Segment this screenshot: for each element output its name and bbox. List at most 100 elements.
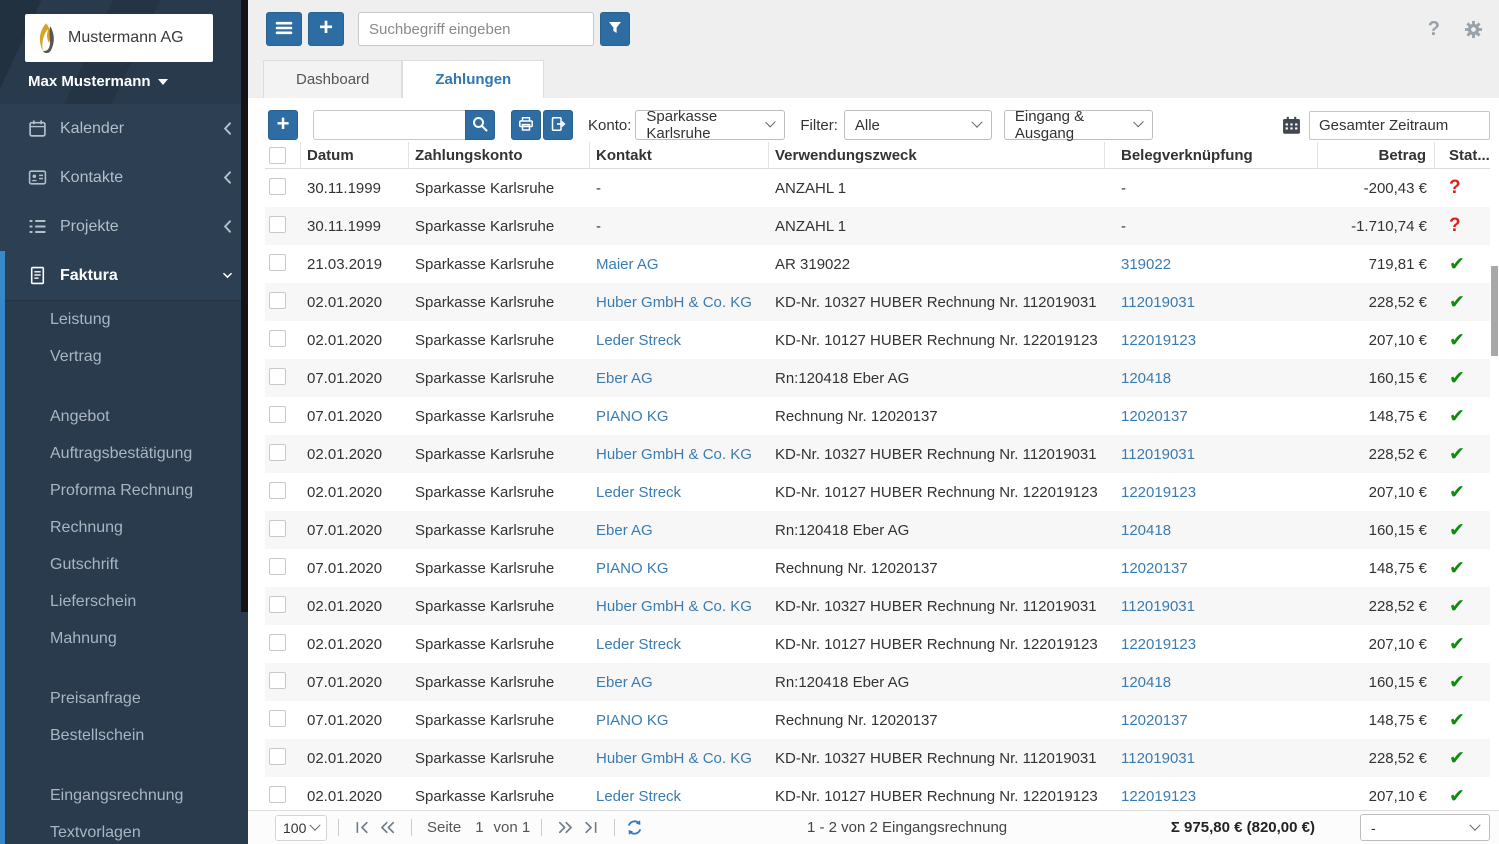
last-page-icon[interactable] [583, 821, 598, 834]
cell-kontakt-link[interactable]: Leder Streck [590, 636, 769, 653]
column-header-Verwendungszweck[interactable]: Verwendungszweck [769, 141, 1105, 169]
user-menu[interactable]: Max Mustermann [28, 73, 248, 90]
submenu-item-eingangsrechnung[interactable]: Eingangsrechnung [0, 777, 248, 814]
page-size-select[interactable]: 100 [275, 814, 327, 841]
filter-button[interactable] [600, 12, 630, 46]
row-checkbox[interactable] [269, 747, 286, 765]
submenu-item-leistung[interactable]: Leistung [0, 301, 248, 338]
cell-kontakt-link[interactable]: PIANO KG [590, 560, 769, 577]
row-checkbox[interactable] [269, 215, 286, 233]
table-search-input[interactable] [313, 110, 465, 140]
gear-icon[interactable] [1464, 20, 1483, 39]
tab-dashboard[interactable]: Dashboard [263, 60, 403, 98]
submenu-item-gutschrift[interactable]: Gutschrift [0, 546, 248, 583]
row-checkbox[interactable] [269, 329, 286, 347]
cell-beleg-link[interactable]: 122019123 [1105, 484, 1318, 501]
direction-select[interactable]: Eingang & Ausgang [1003, 108, 1153, 142]
row-checkbox[interactable] [269, 595, 286, 613]
submenu-item-mahnung[interactable]: Mahnung [0, 620, 248, 657]
help-icon[interactable]: ? [1428, 18, 1440, 41]
add-payment-button[interactable]: + [268, 110, 298, 140]
column-header-Stat...[interactable]: Stat... [1435, 142, 1490, 169]
current-page[interactable]: 1 [475, 819, 483, 836]
menu-button[interactable] [266, 12, 302, 46]
cell-kontakt-link[interactable]: Leder Streck [590, 484, 769, 501]
column-header-checkbox[interactable] [265, 141, 301, 169]
cell-beleg-link[interactable]: 112019031 [1105, 750, 1318, 767]
row-checkbox[interactable] [269, 443, 286, 461]
calendar-icon[interactable] [1282, 116, 1301, 135]
scrollbar-thumb[interactable] [1491, 266, 1498, 356]
cell-beleg-link[interactable]: 120418 [1105, 674, 1318, 691]
konto-select[interactable]: Sparkasse Karlsruhe [635, 108, 786, 142]
select-all-checkbox[interactable] [269, 146, 286, 164]
row-checkbox[interactable] [269, 367, 286, 385]
submenu-item-rechnung[interactable]: Rechnung [0, 509, 248, 546]
cell-beleg-link[interactable]: 319022 [1105, 256, 1318, 273]
tab-zahlungen[interactable]: Zahlungen [402, 60, 545, 98]
zeitraum-input[interactable] [1309, 110, 1490, 140]
column-header-Kontakt[interactable]: Kontakt [590, 141, 769, 169]
cell-beleg-link[interactable]: 120418 [1105, 370, 1318, 387]
cell-beleg-link[interactable]: 12020137 [1105, 560, 1318, 577]
submenu-item-bestellschein[interactable]: Bestellschein [0, 717, 248, 754]
export-button[interactable] [543, 110, 573, 140]
filter-select[interactable]: Alle [843, 110, 992, 140]
cell-beleg-link[interactable]: 12020137 [1105, 712, 1318, 729]
print-button[interactable] [511, 110, 541, 140]
row-checkbox[interactable] [269, 481, 286, 499]
row-checkbox[interactable] [269, 709, 286, 727]
cell-kontakt-link[interactable]: Leder Streck [590, 332, 769, 349]
cell-kontakt-link[interactable]: Eber AG [590, 370, 769, 387]
cell-beleg-link[interactable]: 12020137 [1105, 408, 1318, 425]
row-checkbox[interactable] [269, 557, 286, 575]
cell-kontakt-link[interactable]: PIANO KG [590, 712, 769, 729]
cell-kontakt-link[interactable]: Leder Streck [590, 788, 769, 805]
global-search-input[interactable] [358, 12, 594, 46]
table-scrollbar[interactable] [1490, 265, 1499, 810]
cell-beleg-link[interactable]: 112019031 [1105, 598, 1318, 615]
row-checkbox[interactable] [269, 633, 286, 651]
row-checkbox[interactable] [269, 253, 286, 271]
cell-kontakt-link[interactable]: Eber AG [590, 674, 769, 691]
company-logo[interactable]: Mustermann AG [25, 14, 213, 62]
sidebar-item-kalender[interactable]: Kalender [0, 104, 248, 153]
submenu-item-angebot[interactable]: Angebot [0, 398, 248, 435]
sidebar-item-faktura[interactable]: Faktura [0, 251, 248, 300]
cell-beleg-link[interactable]: 112019031 [1105, 446, 1318, 463]
cell-beleg-link[interactable]: 122019123 [1105, 788, 1318, 805]
add-button[interactable]: + [308, 12, 344, 46]
cell-kontakt-link[interactable]: Huber GmbH & Co. KG [590, 294, 769, 311]
submenu-item-proforma-rechnung[interactable]: Proforma Rechnung [0, 472, 248, 509]
table-search-button[interactable] [465, 110, 495, 140]
sidebar-item-projekte[interactable]: Projekte [0, 202, 248, 251]
cell-kontakt-link[interactable]: Huber GmbH & Co. KG [590, 446, 769, 463]
row-checkbox[interactable] [269, 785, 286, 803]
submenu-item-vertrag[interactable]: Vertrag [0, 338, 248, 375]
submenu-item-preisanfrage[interactable]: Preisanfrage [0, 680, 248, 717]
row-checkbox[interactable] [269, 291, 286, 309]
refresh-icon[interactable] [626, 819, 643, 836]
column-header-Belegverknüpfung[interactable]: Belegverknüpfung [1105, 141, 1318, 169]
row-checkbox[interactable] [269, 519, 286, 537]
sidebar-scrollbar[interactable] [241, 0, 248, 612]
cell-beleg-link[interactable]: 120418 [1105, 522, 1318, 539]
submenu-item-textvorlagen[interactable]: Textvorlagen [0, 814, 248, 844]
cell-kontakt-link[interactable]: Maier AG [590, 256, 769, 273]
footer-extra-select[interactable]: - [1360, 814, 1490, 841]
submenu-item-auftragsbestätigung[interactable]: Auftragsbestätigung [0, 435, 248, 472]
cell-beleg-link[interactable]: 112019031 [1105, 294, 1318, 311]
cell-kontakt-link[interactable]: Eber AG [590, 522, 769, 539]
first-page-icon[interactable] [355, 821, 370, 834]
cell-kontakt-link[interactable]: Huber GmbH & Co. KG [590, 750, 769, 767]
cell-beleg-link[interactable]: 122019123 [1105, 636, 1318, 653]
column-header-Zahlungskonto[interactable]: Zahlungskonto [409, 141, 590, 169]
prev-page-icon[interactable] [380, 821, 395, 834]
cell-beleg-link[interactable]: 122019123 [1105, 332, 1318, 349]
sidebar-item-kontakte[interactable]: Kontakte [0, 153, 248, 202]
column-header-Betrag[interactable]: Betrag [1318, 141, 1435, 169]
cell-kontakt-link[interactable]: PIANO KG [590, 408, 769, 425]
next-page-icon[interactable] [558, 821, 573, 834]
row-checkbox[interactable] [269, 405, 286, 423]
row-checkbox[interactable] [269, 671, 286, 689]
